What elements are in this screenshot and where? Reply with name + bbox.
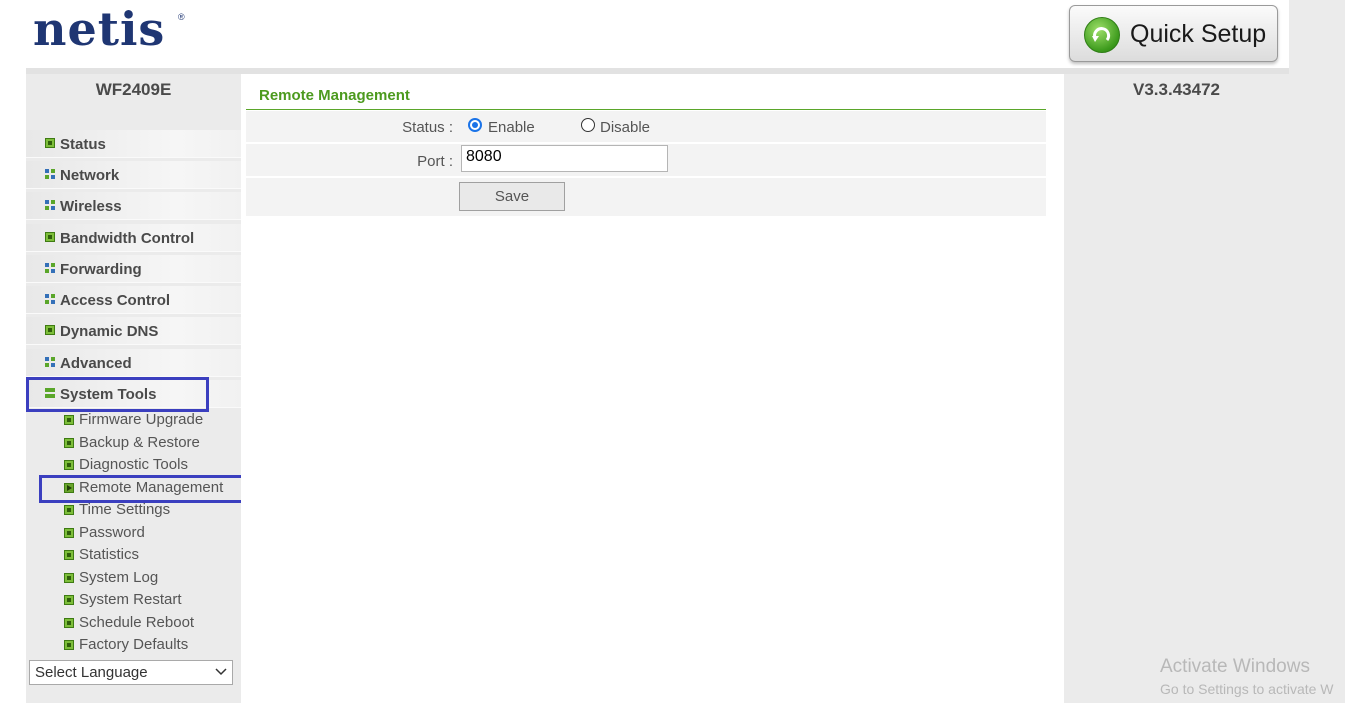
menu-label: Dynamic DNS bbox=[60, 323, 159, 340]
save-row: Save bbox=[246, 178, 1046, 216]
menu-item-system-tools[interactable]: System Tools bbox=[26, 380, 241, 408]
language-select[interactable]: Select Language bbox=[29, 660, 233, 685]
active-arrow-icon bbox=[64, 483, 74, 493]
logo-registered-mark: ® bbox=[178, 12, 185, 22]
submenu-label: Firmware Upgrade bbox=[79, 411, 204, 428]
chevron-down-icon bbox=[215, 665, 227, 683]
submenu-bullet-icon bbox=[64, 618, 74, 628]
menu-label: System Tools bbox=[60, 386, 157, 403]
right-panel: V3.3.43472 bbox=[1064, 74, 1289, 703]
submenu-bullet-icon bbox=[64, 528, 74, 538]
port-input[interactable]: 8080 bbox=[461, 145, 668, 172]
menu-status-icon bbox=[45, 232, 55, 242]
menu-item-network[interactable]: Network bbox=[26, 161, 241, 189]
submenu-bullet-icon bbox=[64, 640, 74, 650]
submenu-bullet-icon bbox=[64, 415, 74, 425]
submenu-label: Schedule Reboot bbox=[79, 614, 195, 631]
quick-setup-button[interactable]: Quick Setup bbox=[1069, 5, 1278, 62]
activate-windows-hint: Go to Settings to activate W bbox=[1160, 681, 1334, 697]
menu-item-forwarding[interactable]: Forwarding bbox=[26, 255, 241, 283]
port-row: Port : 8080 bbox=[246, 144, 1046, 176]
save-button[interactable]: Save bbox=[459, 182, 565, 211]
logo-text: netis bbox=[33, 2, 166, 56]
menu-label: Advanced bbox=[60, 355, 132, 372]
submenu-label: Remote Management bbox=[79, 479, 224, 496]
menu-status-icon bbox=[45, 325, 55, 335]
submenu-bullet-icon bbox=[64, 505, 74, 515]
menu-item-dynamic-dns[interactable]: Dynamic DNS bbox=[26, 317, 241, 345]
menu-grid-icon bbox=[45, 169, 55, 179]
menu-grid-icon bbox=[45, 357, 55, 367]
language-select-value: Select Language bbox=[35, 664, 148, 681]
collapse-bars-icon bbox=[45, 388, 55, 398]
port-label: Port : bbox=[417, 153, 453, 170]
status-row: Status : Enable Disable bbox=[246, 111, 1046, 142]
main-content: Remote Management Status : Enable Disabl… bbox=[241, 74, 1064, 703]
menu-label: Access Control bbox=[60, 292, 171, 309]
page-title: Remote Management bbox=[259, 87, 410, 104]
sidebar: WF2409E Status Network Wireless Bandwidt… bbox=[26, 74, 253, 703]
refresh-arrow-icon bbox=[1084, 17, 1120, 53]
submenu-label: System Restart bbox=[79, 591, 182, 608]
menu-label: Forwarding bbox=[60, 261, 142, 278]
model-name: WF2409E bbox=[95, 80, 172, 99]
page-right-margin bbox=[1289, 0, 1345, 703]
quick-setup-label: Quick Setup bbox=[1130, 20, 1267, 48]
status-label: Status : bbox=[402, 119, 453, 136]
activate-windows-title: Activate Windows bbox=[1160, 656, 1310, 677]
menu-item-wireless[interactable]: Wireless bbox=[26, 192, 241, 220]
disable-label[interactable]: Disable bbox=[600, 119, 650, 136]
menu-grid-icon bbox=[45, 200, 55, 210]
submenu-bullet-icon bbox=[64, 550, 74, 560]
menu-grid-icon bbox=[45, 294, 55, 304]
submenu-bullet-icon bbox=[64, 438, 74, 448]
netis-logo: netis bbox=[33, 2, 165, 56]
submenu-bullet-icon bbox=[64, 460, 74, 470]
submenu-label: Backup & Restore bbox=[79, 434, 200, 451]
page-left-margin bbox=[0, 0, 26, 703]
menu-item-advanced[interactable]: Advanced bbox=[26, 349, 241, 377]
enable-label[interactable]: Enable bbox=[488, 119, 535, 136]
menu-item-status[interactable]: Status bbox=[26, 130, 241, 158]
enable-radio[interactable] bbox=[468, 118, 482, 132]
submenu-label: System Log bbox=[79, 569, 159, 586]
submenu-label: Factory Defaults bbox=[79, 636, 189, 653]
title-underline bbox=[246, 109, 1046, 110]
menu-item-access-control[interactable]: Access Control bbox=[26, 286, 241, 314]
submenu-label: Diagnostic Tools bbox=[79, 456, 188, 473]
menu-label: Status bbox=[60, 136, 106, 153]
submenu-bullet-icon bbox=[64, 573, 74, 583]
firmware-version: V3.3.43472 bbox=[1133, 80, 1220, 99]
submenu-bullet-icon bbox=[64, 595, 74, 605]
submenu-label: Time Settings bbox=[79, 501, 171, 518]
menu-grid-icon bbox=[45, 263, 55, 273]
submenu-label: Statistics bbox=[79, 546, 140, 563]
disable-radio[interactable] bbox=[581, 118, 595, 132]
menu-item-bandwidth-control[interactable]: Bandwidth Control bbox=[26, 224, 241, 252]
menu-label: Bandwidth Control bbox=[60, 230, 195, 247]
menu-status-icon bbox=[45, 138, 55, 148]
menu-label: Wireless bbox=[60, 198, 122, 215]
submenu-label: Password bbox=[79, 524, 145, 541]
menu-label: Network bbox=[60, 167, 120, 184]
